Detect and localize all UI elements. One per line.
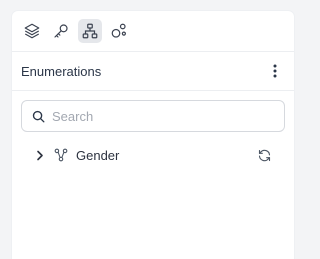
search-input[interactable] (52, 108, 252, 124)
enumerations-panel: Enumerations Search Gender (12, 11, 294, 259)
search-box[interactable] (21, 100, 285, 132)
bubbles-button[interactable] (107, 19, 131, 43)
search-icon (32, 110, 45, 122)
kebab-menu-icon (273, 64, 277, 78)
key-icon (54, 24, 68, 38)
tree-item-gender[interactable]: Gender (12, 144, 294, 166)
chevron-right-icon (37, 150, 43, 160)
enumeration-node-icon (53, 147, 69, 163)
panel-header: Enumerations (12, 52, 294, 91)
expand-chevron-button[interactable] (34, 149, 46, 161)
panel-toolbar (12, 11, 294, 52)
key-button[interactable] (49, 19, 73, 43)
search-container (12, 91, 294, 132)
enumeration-tree: Gender (12, 132, 294, 166)
refresh-icon (258, 149, 270, 161)
panel-title: Enumerations (21, 63, 102, 79)
more-options-button[interactable] (266, 62, 284, 80)
bubbles-icon (111, 23, 126, 38)
tree-item-label: Gender (76, 147, 120, 163)
layers-button[interactable] (20, 19, 44, 43)
hierarchy-button[interactable] (78, 19, 102, 43)
hierarchy-icon (82, 23, 98, 39)
refresh-button[interactable] (256, 147, 272, 163)
layers-icon (24, 23, 40, 39)
